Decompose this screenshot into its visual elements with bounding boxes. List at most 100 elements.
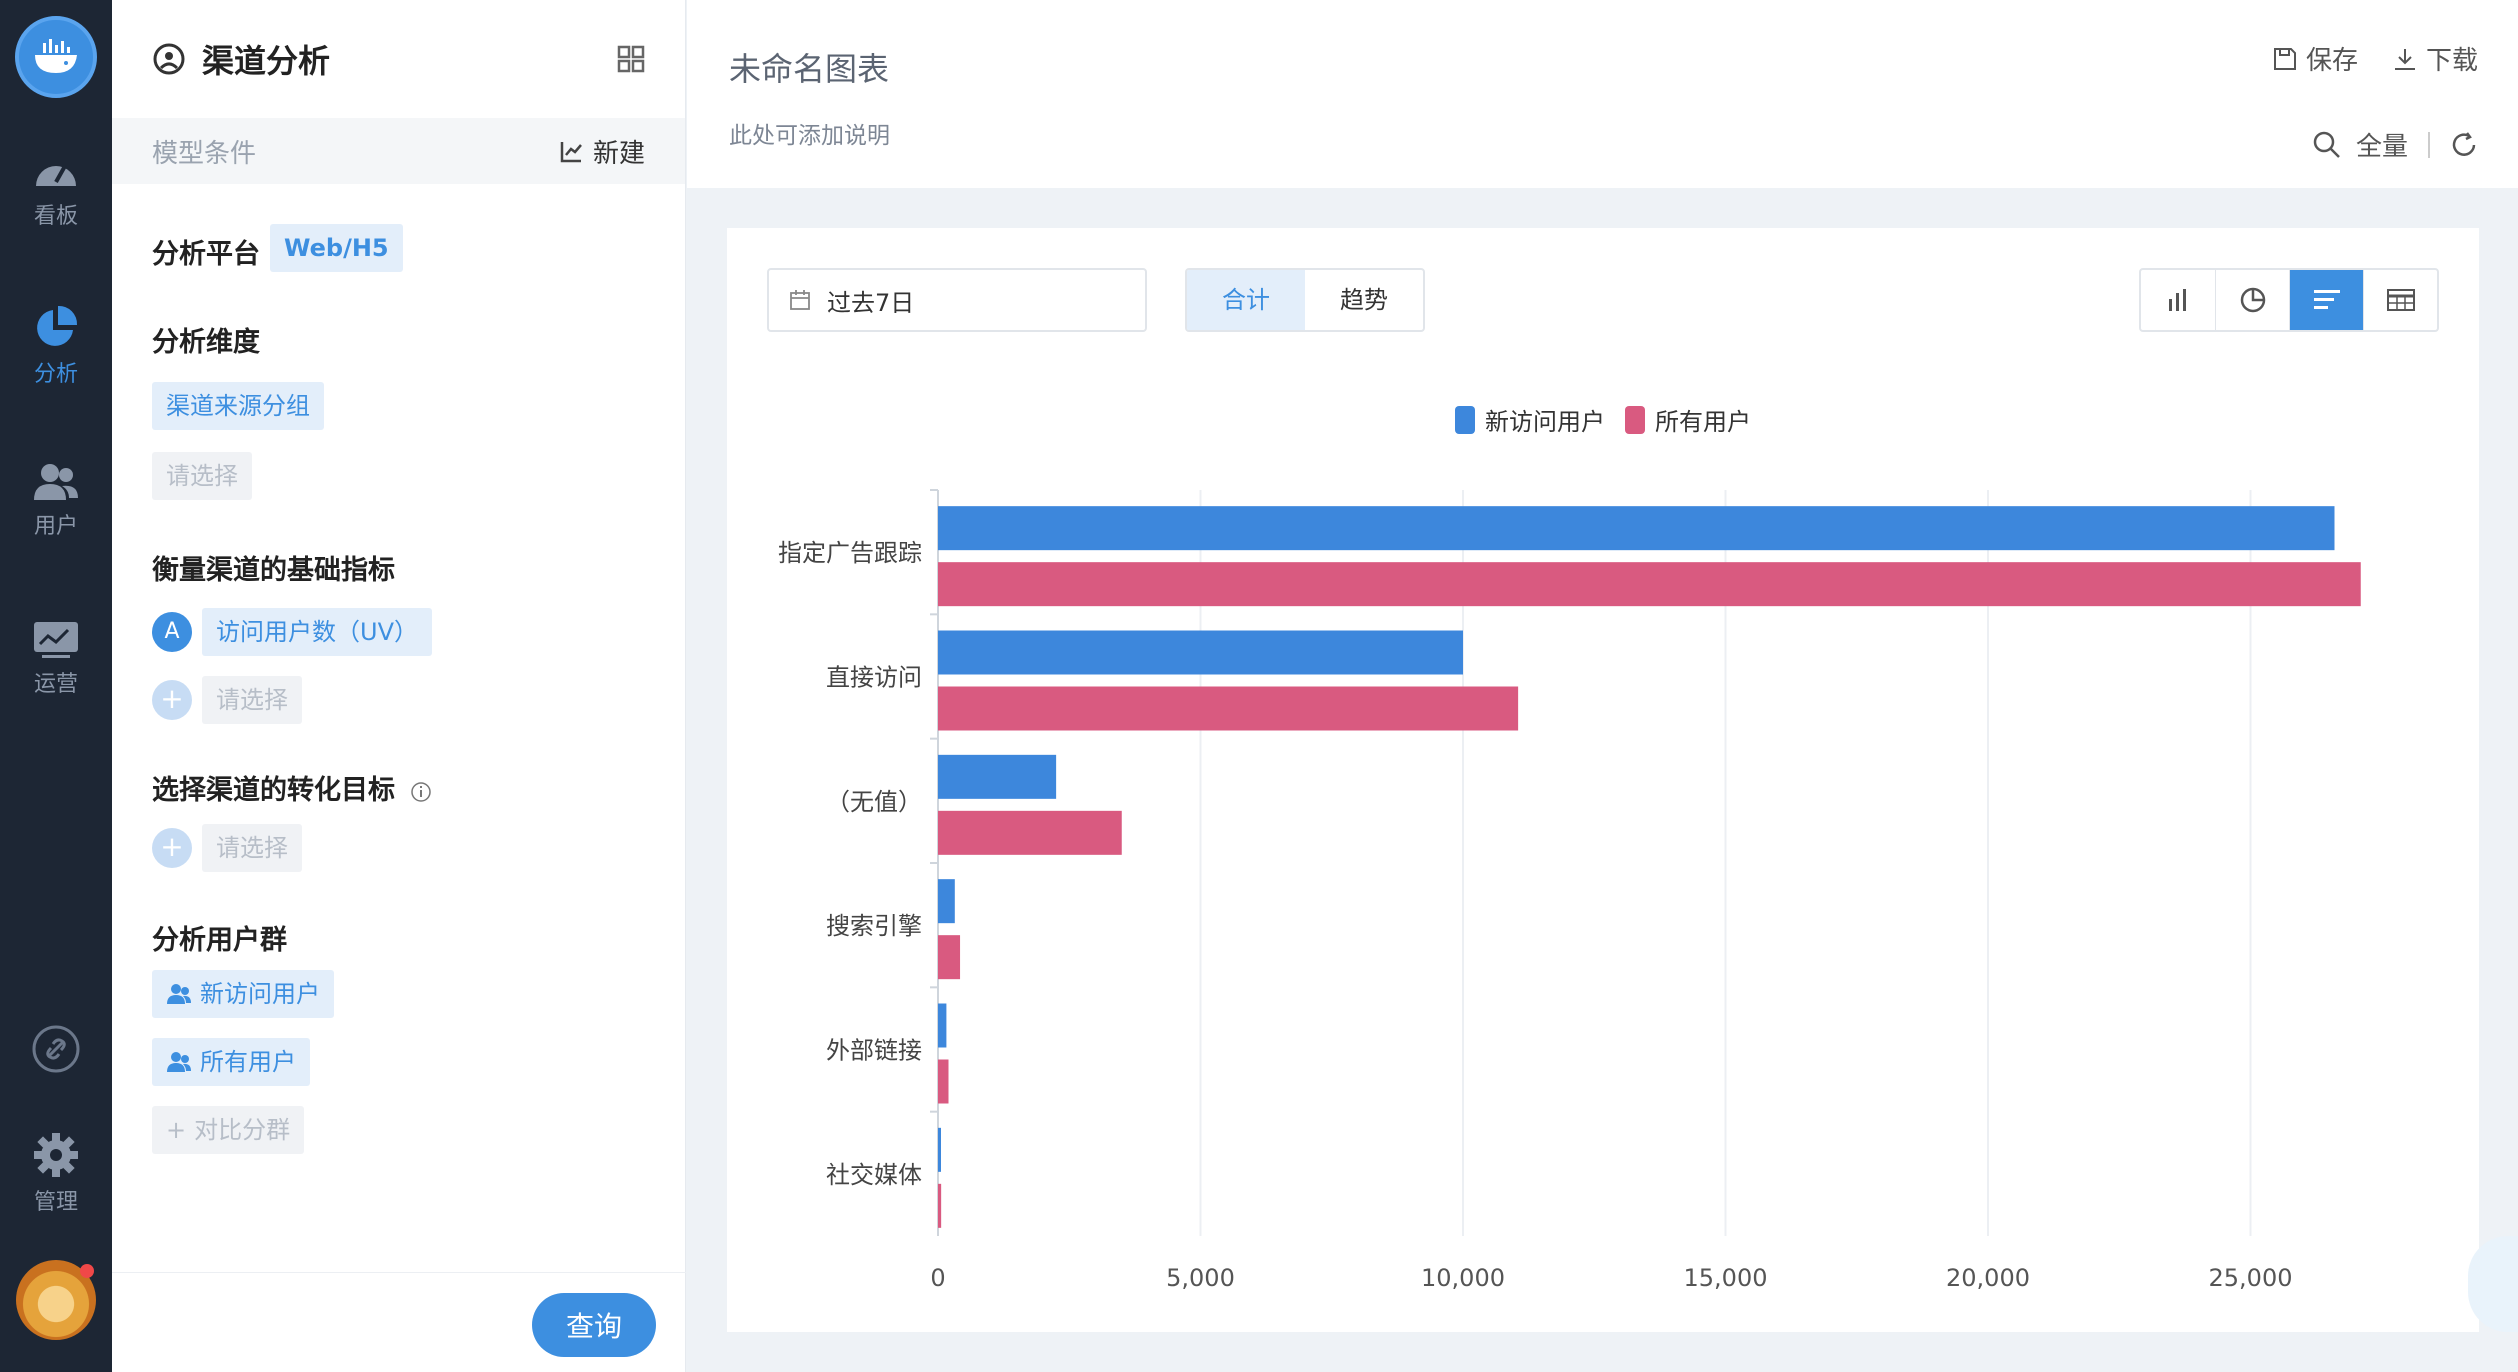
goal-select[interactable]: 请选择 (202, 824, 302, 872)
users-icon (34, 464, 78, 500)
search-icon[interactable] (2312, 130, 2342, 160)
bar-chart-icon (2313, 290, 2340, 309)
dashboard-icon (36, 165, 76, 186)
metric-select[interactable]: 请选择 (202, 676, 302, 724)
metric-tag[interactable]: 访问用户数（UV） (202, 608, 432, 656)
tab-trend[interactable]: 趋势 (1305, 270, 1423, 330)
user-avatar[interactable] (16, 1260, 96, 1340)
nav-item-manage[interactable]: 管理 (0, 1132, 112, 1216)
nav-item-operations[interactable]: 运营 (0, 620, 112, 698)
platform-tag[interactable]: Web/H5 (270, 224, 403, 272)
dimension-tag[interactable]: 渠道来源分组 (152, 382, 324, 430)
download-icon (2394, 48, 2415, 70)
bar-new-users (938, 754, 1057, 799)
nav-item-dashboard[interactable]: 看板 (0, 152, 112, 230)
x-tick-label: 15,000 (1684, 1264, 1768, 1292)
add-goal-icon[interactable]: + (152, 828, 192, 868)
bar-new-users (938, 1003, 947, 1048)
save-label: 保存 (2305, 46, 2358, 76)
nav-label-manage: 管理 (33, 1190, 78, 1215)
y-category-label: 社交媒体 (826, 1161, 922, 1189)
legend-item-all[interactable]: 所有用户 (1625, 402, 1751, 437)
new-model-button[interactable]: 新建 (559, 133, 645, 170)
chart-header: 未命名图表 此处可添加说明 保存 下载 全量 (687, 0, 2518, 188)
chart-type-column[interactable] (2141, 270, 2215, 330)
grid-icon[interactable] (617, 45, 645, 73)
nav-item-analysis[interactable]: 分析 (0, 304, 112, 388)
panel-title: 渠道分析 (202, 42, 331, 80)
dimension-select[interactable]: 请选择 (152, 452, 252, 500)
scope-label[interactable]: 全量 (2356, 126, 2408, 163)
chart-type-switch (2139, 268, 2439, 332)
bar-chart: 05,00010,00015,00020,00025,00030,000指定广告… (778, 489, 2479, 1292)
nav-label-operations: 运营 (33, 672, 78, 697)
chart-type-table[interactable] (2363, 270, 2437, 330)
nav-item-users[interactable]: 用户 (0, 462, 112, 540)
calendar-icon (790, 290, 810, 310)
link-icon (32, 1025, 80, 1073)
group-title: 分析用户群 (152, 925, 287, 956)
dimension-title: 分析维度 (152, 327, 260, 358)
x-tick-label: 5,000 (1166, 1264, 1235, 1292)
nav-label-dashboard: 看板 (33, 204, 78, 229)
panel-footer: 查询 (112, 1272, 686, 1372)
channel-analysis-icon (153, 43, 185, 75)
table-icon (2386, 289, 2415, 311)
bar-all-users (938, 686, 1519, 731)
new-chart-icon (560, 142, 582, 163)
plus-icon: + (166, 1116, 187, 1144)
date-range-picker[interactable]: 过去7日 (767, 268, 1147, 332)
metric-badge: A (152, 612, 192, 652)
goal-title-text: 选择渠道的转化目标 (152, 775, 395, 806)
notification-dot (80, 1264, 94, 1278)
bar-all-users (938, 562, 2361, 607)
legend-label-all: 所有用户 (1655, 408, 1751, 436)
refresh-icon[interactable] (2450, 131, 2478, 159)
compare-label: 对比分群 (194, 1116, 291, 1144)
legend-swatch-new (1455, 405, 1475, 434)
y-category-label: （无值） (826, 788, 922, 816)
user-group-icon (167, 984, 191, 1004)
whale-logo-icon (35, 39, 77, 73)
y-category-label: 指定广告跟踪 (778, 539, 922, 567)
chart-card: 05,00010,00015,00020,00025,00030,000指定广告… (727, 228, 2479, 1332)
nav-label-analysis: 分析 (33, 362, 78, 387)
chart-type-bar[interactable] (2289, 270, 2363, 330)
group-tag-new[interactable]: 新访问用户 (152, 970, 334, 1018)
chart-title[interactable]: 未命名图表 (729, 44, 889, 90)
monitor-icon (34, 622, 78, 658)
info-icon[interactable] (410, 781, 432, 803)
y-category-label: 搜索引擎 (826, 912, 922, 940)
legend-item-new[interactable]: 新访问用户 (1455, 402, 1605, 437)
group-label-all: 所有用户 (200, 1048, 296, 1076)
group-tag-all[interactable]: 所有用户 (152, 1038, 310, 1086)
app-logo[interactable] (15, 16, 97, 98)
query-button[interactable]: 查询 (532, 1293, 656, 1357)
goal-title: 选择渠道的转化目标 (152, 768, 432, 807)
chart-description[interactable]: 此处可添加说明 (729, 116, 890, 150)
download-button[interactable]: 下载 (2392, 40, 2478, 77)
scope-controls: 全量 (2312, 126, 2478, 163)
bar-new-users (938, 506, 2335, 551)
tab-total[interactable]: 合计 (1187, 270, 1305, 330)
user-group-icon (167, 1052, 191, 1072)
metric-title: 衡量渠道的基础指标 (152, 555, 395, 586)
add-metric-icon[interactable]: + (152, 680, 192, 720)
chart-type-pie[interactable] (2215, 270, 2289, 330)
save-icon (2273, 47, 2296, 70)
divider (2428, 131, 2430, 158)
x-tick-label: 0 (930, 1264, 945, 1292)
legend-swatch-all (1625, 405, 1645, 434)
pie-chart-icon (2240, 287, 2265, 313)
bar-all-users (938, 810, 1122, 855)
bar-all-users (938, 1183, 942, 1228)
nav-item-link[interactable] (0, 1024, 112, 1080)
new-label: 新建 (592, 138, 645, 169)
bar-new-users (938, 1127, 941, 1172)
save-button[interactable]: 保存 (2272, 40, 2358, 77)
gear-icon (34, 1133, 78, 1177)
mode-tabs: 合计 趋势 (1185, 268, 1425, 332)
nav-label-users: 用户 (33, 514, 78, 539)
legend-label-new: 新访问用户 (1485, 408, 1605, 436)
compare-group-button[interactable]: + 对比分群 (152, 1106, 305, 1154)
